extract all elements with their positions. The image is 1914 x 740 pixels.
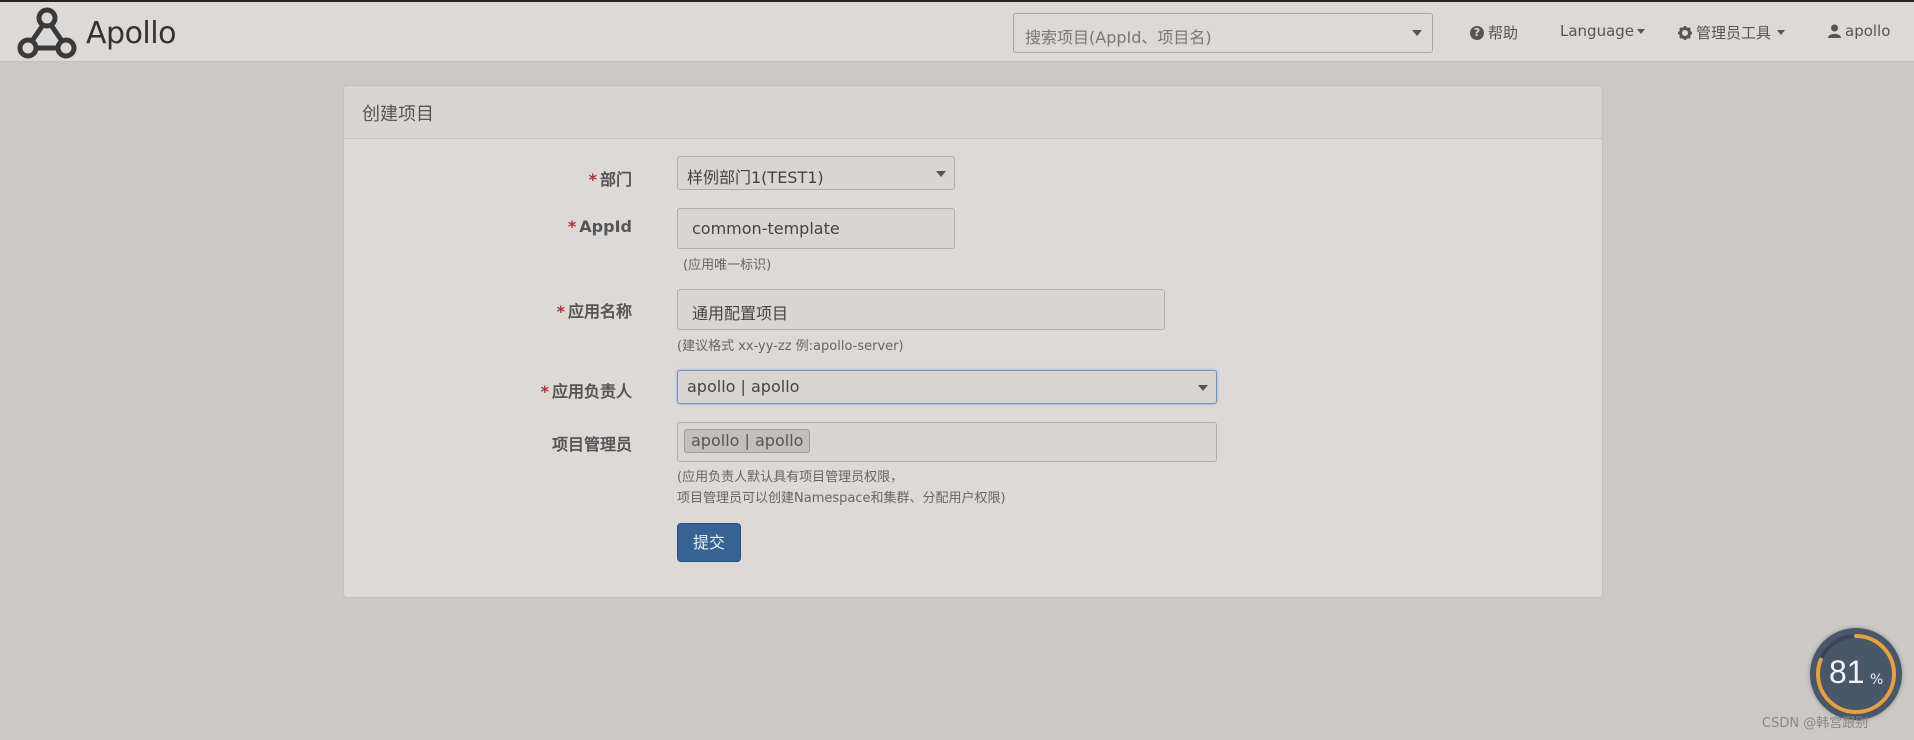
required-mark: * <box>588 170 597 189</box>
app-name-label: * 应用名称 <box>556 302 632 321</box>
nav-admin-tools-label: 管理员工具 <box>1696 24 1772 42</box>
gauge-value: 81 <box>1829 654 1865 690</box>
caret-down-icon <box>1777 30 1786 35</box>
nav-admin-tools-dropdown[interactable]: 管理员工具 <box>1678 22 1786 43</box>
department-label: * 部门 <box>588 170 632 189</box>
nav-language-label: Language <box>1560 22 1635 40</box>
user-icon <box>1828 24 1841 38</box>
required-mark: * <box>540 382 549 401</box>
appid-label: * AppId <box>567 217 632 236</box>
nav-language-dropdown[interactable]: Language <box>1560 22 1646 40</box>
owner-value: apollo | apollo <box>687 377 800 396</box>
brand-logo[interactable]: Apollo <box>16 4 176 62</box>
top-navbar: Apollo 搜索项目(AppId、项目名) ? 帮助 Language 管理员… <box>0 0 1914 62</box>
owner-label: * 应用负责人 <box>540 382 632 401</box>
nav-user-label: apollo <box>1845 22 1891 40</box>
appid-value: common-template <box>692 219 840 238</box>
nav-user-dropdown[interactable]: apollo <box>1828 22 1890 40</box>
chevron-down-icon <box>936 171 946 177</box>
question-icon: ? <box>1470 25 1484 40</box>
department-value: 样例部门1(TEST1) <box>687 168 824 187</box>
owner-select[interactable]: apollo | apollo <box>677 370 1217 404</box>
search-placeholder: 搜索项目(AppId、项目名) <box>1025 28 1212 47</box>
chevron-down-icon <box>1198 385 1208 391</box>
nav-help-label: 帮助 <box>1488 24 1519 42</box>
required-mark: * <box>556 302 565 321</box>
chevron-down-icon <box>1412 30 1422 36</box>
required-mark: * <box>567 217 577 236</box>
appid-input[interactable]: common-template <box>677 208 955 249</box>
admins-multiselect[interactable]: apollo | apollo <box>677 422 1217 462</box>
admin-tag[interactable]: apollo | apollo <box>684 429 811 453</box>
gear-icon <box>1678 25 1692 40</box>
appid-help: (应用唯一标识) <box>683 258 772 273</box>
admins-label: 项目管理员 <box>551 435 632 454</box>
app-name-input[interactable]: 通用配置项目 <box>677 289 1165 330</box>
app-name-value: 通用配置项目 <box>692 304 789 323</box>
brand-name: Apollo <box>86 15 176 51</box>
submit-button[interactable]: 提交 <box>677 523 741 562</box>
watermark-text: CSDN @韩宫跟别 <box>1762 716 1869 731</box>
admins-help-line2: 项目管理员可以创建Namespace和集群、分配用户权限) <box>677 491 1006 506</box>
performance-gauge-widget[interactable]: 81 % <box>1810 628 1902 720</box>
caret-down-icon <box>1637 28 1646 34</box>
create-project-panel: 创建项目 * 部门 样例部门1(TEST1) * AppId common-temp… <box>343 85 1603 598</box>
department-select[interactable]: 样例部门1(TEST1) <box>677 156 955 190</box>
admins-help-line1: (应用负责人默认具有项目管理员权限， <box>677 470 904 485</box>
nav-help[interactable]: ? 帮助 <box>1470 22 1518 43</box>
panel-title: 创建项目 <box>344 86 1602 139</box>
apollo-logo-icon <box>17 7 77 59</box>
project-search-select[interactable]: 搜索项目(AppId、项目名) <box>1013 13 1433 53</box>
app-name-help: (建议格式 xx-yy-zz 例:apollo-server) <box>677 339 904 354</box>
gauge-unit: % <box>1870 672 1884 688</box>
